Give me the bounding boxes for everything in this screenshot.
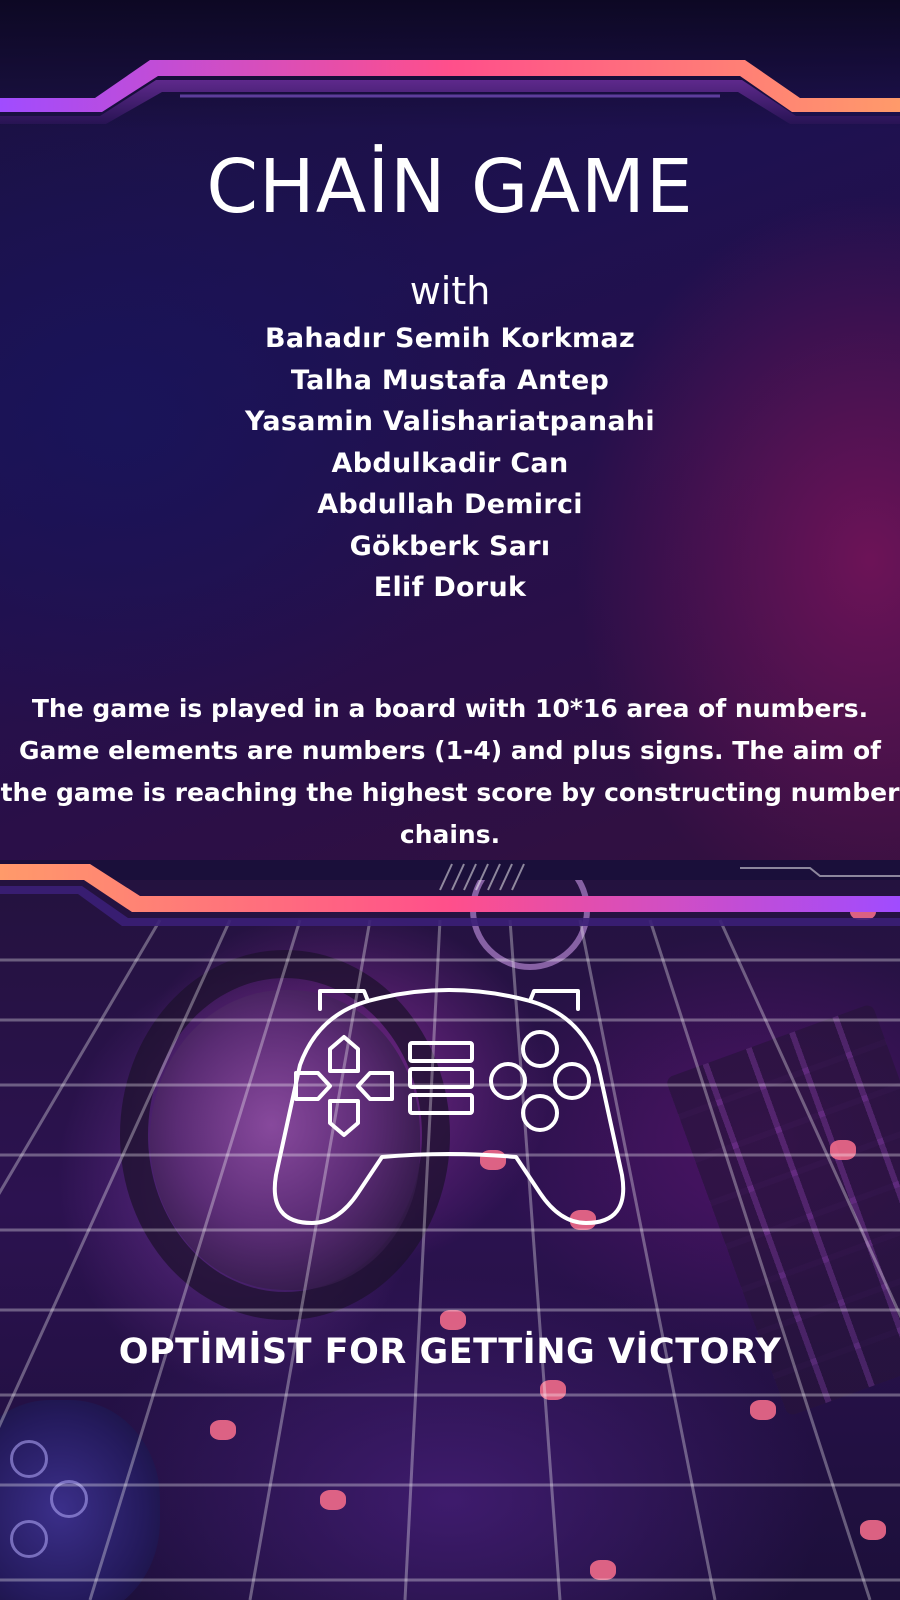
slogan: OPTİMİST FOR GETTİNG VİCTORY	[118, 1332, 782, 1372]
team-member: Abdullah Demirci	[317, 489, 583, 520]
team-member-list: Bahadır Semih Korkmaz Talha Mustafa Ante…	[0, 318, 900, 609]
team-member: Talha Mustafa Antep	[290, 364, 610, 396]
team-member: Gökberk Sarı	[349, 530, 551, 562]
game-title: CHAİN GAME	[206, 144, 694, 230]
with-label: with	[409, 269, 491, 313]
team-member: Elif Doruk	[373, 572, 527, 603]
description-line: The game is played in a board with 10*16…	[31, 694, 869, 723]
top-neon-frame	[0, 60, 900, 124]
bottom-neon-frame	[0, 860, 900, 926]
description-line: the game is reaching the highest score b…	[0, 778, 900, 807]
description-line: chains.	[399, 820, 501, 849]
team-member: Bahadır Semih Korkmaz	[265, 323, 635, 354]
game-description: The game is played in a board with 10*16…	[0, 688, 900, 856]
team-member: Yasamin Valishariatpanahi	[245, 406, 655, 437]
team-member: Abdulkadir Can	[331, 447, 569, 479]
game-controller-icon	[272, 988, 626, 1225]
description-line: Game elements are numbers (1-4) and plus…	[19, 736, 881, 765]
